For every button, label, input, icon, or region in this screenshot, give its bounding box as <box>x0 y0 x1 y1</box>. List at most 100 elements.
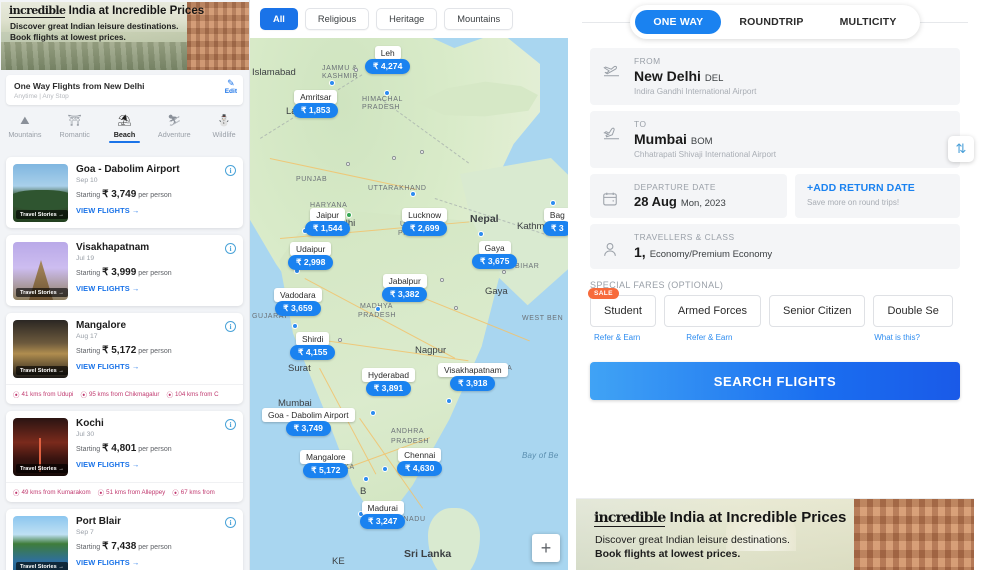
price-pin-value[interactable]: ₹ 3,675 <box>472 254 518 269</box>
destination-thumbnail[interactable]: Travel Stories → <box>13 418 68 476</box>
travel-stories-badge[interactable]: Travel Stories → <box>16 464 68 473</box>
map-city-dot[interactable] <box>384 90 390 96</box>
special-fare-chip-armed-forces[interactable]: Armed Forces <box>663 295 761 327</box>
category-tab-adventure[interactable]: ⛷ Adventure <box>149 113 199 139</box>
info-icon[interactable]: i <box>225 517 236 528</box>
map-tab-all[interactable]: All <box>260 8 298 30</box>
map-price-pin[interactable]: Chennai ₹ 4,630 <box>397 448 443 476</box>
price-pin-value[interactable]: ₹ 2,998 <box>288 255 334 270</box>
destination-thumbnail[interactable]: Travel Stories → <box>13 516 68 570</box>
map-tab-heritage[interactable]: Heritage <box>376 8 438 30</box>
destination-card[interactable]: Travel Stories → Visakhapatnam Jul 19 Start… <box>6 235 243 306</box>
map-tab-religious[interactable]: Religious <box>304 8 370 30</box>
trip-type-roundtrip[interactable]: ROUNDTRIP <box>721 10 821 34</box>
trip-type-multicity[interactable]: MULTICITY <box>822 10 915 34</box>
info-icon[interactable]: i <box>225 165 236 176</box>
map-canvas[interactable]: Islamabad JAMMU & KASHMIR HIMACHAL PRADESH La… <box>250 38 568 570</box>
map-zoom-in-button[interactable]: + <box>532 534 560 562</box>
price-pin-value[interactable]: ₹ 2,699 <box>402 221 448 236</box>
map-price-pin[interactable]: Mangalore ₹ 5,172 <box>300 450 352 478</box>
travel-stories-badge[interactable]: Travel Stories → <box>16 210 68 219</box>
map-city-dot[interactable] <box>410 191 416 197</box>
map-price-pin[interactable]: Vadodara ₹ 3,659 <box>274 288 322 316</box>
info-icon[interactable]: i <box>225 321 236 332</box>
special-fare-link[interactable]: Refer & Earn <box>686 333 732 345</box>
map-city-dot[interactable] <box>550 200 556 206</box>
travellers-class-field[interactable]: TRAVELLERS & CLASS 1, Economy/Premium Eco… <box>590 224 960 269</box>
trip-type-one-way[interactable]: ONE WAY <box>635 10 722 34</box>
departure-date-field[interactable]: DEPARTURE DATE 28 Aug Mon, 2023 <box>590 174 787 218</box>
category-tab-romantic[interactable]: ⛩ Romantic <box>50 113 100 139</box>
destination-thumbnail[interactable]: Travel Stories → <box>13 242 68 300</box>
map-tab-mountains[interactable]: Mountains <box>444 8 514 30</box>
add-return-date-field[interactable]: +ADD RETURN DATE Save more on round trip… <box>795 174 960 218</box>
map-city-dot[interactable] <box>370 410 376 416</box>
map-city-dot[interactable] <box>363 476 369 482</box>
destination-card[interactable]: Travel Stories → Port Blair Sep 7 Starting … <box>6 509 243 570</box>
special-fare-link[interactable]: What is this? <box>874 333 920 342</box>
travel-stories-badge[interactable]: Travel Stories → <box>16 288 68 297</box>
category-tab-wildlife[interactable]: ⛄ Wildlife <box>199 113 249 139</box>
special-fare-chip-double-se[interactable]: Double Se <box>873 295 953 327</box>
search-summary-bar[interactable]: One Way Flights from New Delhi Anytime |… <box>6 75 243 105</box>
special-fare-chip-senior-citizen[interactable]: Senior Citizen <box>769 295 866 327</box>
map-price-pin[interactable]: Goa - Dabolim Airport ₹ 3,749 <box>262 408 355 436</box>
price-pin-value[interactable]: ₹ 5,172 <box>303 463 349 478</box>
view-flights-link[interactable]: VIEW FLIGHTS → <box>76 206 236 215</box>
travel-stories-badge[interactable]: Travel Stories → <box>16 562 68 570</box>
bottom-promo-banner[interactable]: incredible India at Incredible Prices Di… <box>576 498 974 570</box>
map-price-pin[interactable]: Lucknow ₹ 2,699 <box>402 208 448 236</box>
travel-stories-badge[interactable]: Travel Stories → <box>16 366 68 375</box>
price-pin-value[interactable]: ₹ 3,247 <box>360 514 406 529</box>
info-icon[interactable]: i <box>225 419 236 430</box>
info-icon[interactable]: i <box>225 243 236 254</box>
special-fare-chip-student[interactable]: SALE Student <box>588 288 656 327</box>
map-city-dot[interactable] <box>329 80 335 86</box>
map-city-dot[interactable] <box>375 306 381 312</box>
edit-search-button[interactable]: ✎ Edit <box>225 78 237 95</box>
price-pin-value[interactable]: ₹ 3,918 <box>450 376 496 391</box>
destination-card[interactable]: Travel Stories → Kochi Jul 30 Starting ₹ 4,… <box>6 411 243 502</box>
map-price-pin[interactable]: Shirdi ₹ 4,155 <box>290 332 336 360</box>
map-city-dot[interactable] <box>292 323 298 329</box>
map-city-dot[interactable] <box>382 466 388 472</box>
price-pin-value[interactable]: ₹ 1,544 <box>305 221 351 236</box>
price-pin-value[interactable]: ₹ 3,382 <box>382 287 428 302</box>
map-price-pin[interactable]: Leh ₹ 4,274 <box>365 46 411 74</box>
special-fare-link[interactable]: Refer & Earn <box>594 333 640 345</box>
map-price-pin[interactable]: Amritsar ₹ 1,853 <box>293 90 339 118</box>
from-field[interactable]: FROM New Delhi DEL Indira Gandhi Internat… <box>590 48 960 105</box>
price-pin-value[interactable]: ₹ 3,891 <box>365 381 412 396</box>
map-price-pin[interactable]: Jabalpur ₹ 3,382 <box>382 274 428 302</box>
view-flights-link[interactable]: VIEW FLIGHTS → <box>76 558 236 567</box>
map-price-pin[interactable]: Udaipur ₹ 2,998 <box>288 242 334 270</box>
view-flights-link[interactable]: VIEW FLIGHTS → <box>76 362 236 371</box>
view-flights-link[interactable]: VIEW FLIGHTS → <box>76 460 236 469</box>
to-field[interactable]: TO Mumbai BOM Chhatrapati Shivaji Interna… <box>590 111 960 168</box>
destination-card[interactable]: Travel Stories → Goa - Dabolim Airport Sep… <box>6 157 243 228</box>
view-flights-link[interactable]: VIEW FLIGHTS → <box>76 284 236 293</box>
destination-thumbnail[interactable]: Travel Stories → <box>13 320 68 378</box>
destination-card[interactable]: Travel Stories → Mangalore Aug 17 Starting … <box>6 313 243 404</box>
price-pin-value[interactable]: ₹ 3,659 <box>275 301 321 316</box>
swap-vertical-icon[interactable]: ⇅ <box>948 136 974 162</box>
map-city-dot[interactable] <box>478 231 484 237</box>
search-flights-button[interactable]: SEARCH FLIGHTS <box>590 362 960 400</box>
map-price-pin[interactable]: Jaipur ₹ 1,544 <box>305 208 351 236</box>
price-pin-value[interactable]: ₹ 4,274 <box>365 59 411 74</box>
map-price-pin[interactable]: Bag ₹ 3 <box>543 208 568 236</box>
map-price-pin[interactable]: Gaya ₹ 3,675 <box>472 241 518 269</box>
destination-thumbnail[interactable]: Travel Stories → <box>13 164 68 222</box>
category-tab-mountains[interactable]: ⛰ Mountains <box>0 113 50 139</box>
map-price-pin[interactable]: Madurai ₹ 3,247 <box>360 501 406 529</box>
price-pin-value[interactable]: ₹ 3 <box>543 221 568 236</box>
price-pin-value[interactable]: ₹ 4,630 <box>397 461 443 476</box>
category-tab-beach[interactable]: ⛱ Beach <box>100 113 150 143</box>
map-price-pin[interactable]: Hyderabad ₹ 3,891 <box>362 368 415 396</box>
price-pin-value[interactable]: ₹ 3,749 <box>285 421 331 436</box>
price-amount: ₹ 7,438 <box>102 541 136 552</box>
map-price-pin[interactable]: Visakhapatnam ₹ 3,918 <box>438 363 508 391</box>
map-city-dot[interactable] <box>446 398 452 404</box>
price-pin-value[interactable]: ₹ 1,853 <box>293 103 339 118</box>
price-pin-value[interactable]: ₹ 4,155 <box>290 345 336 360</box>
